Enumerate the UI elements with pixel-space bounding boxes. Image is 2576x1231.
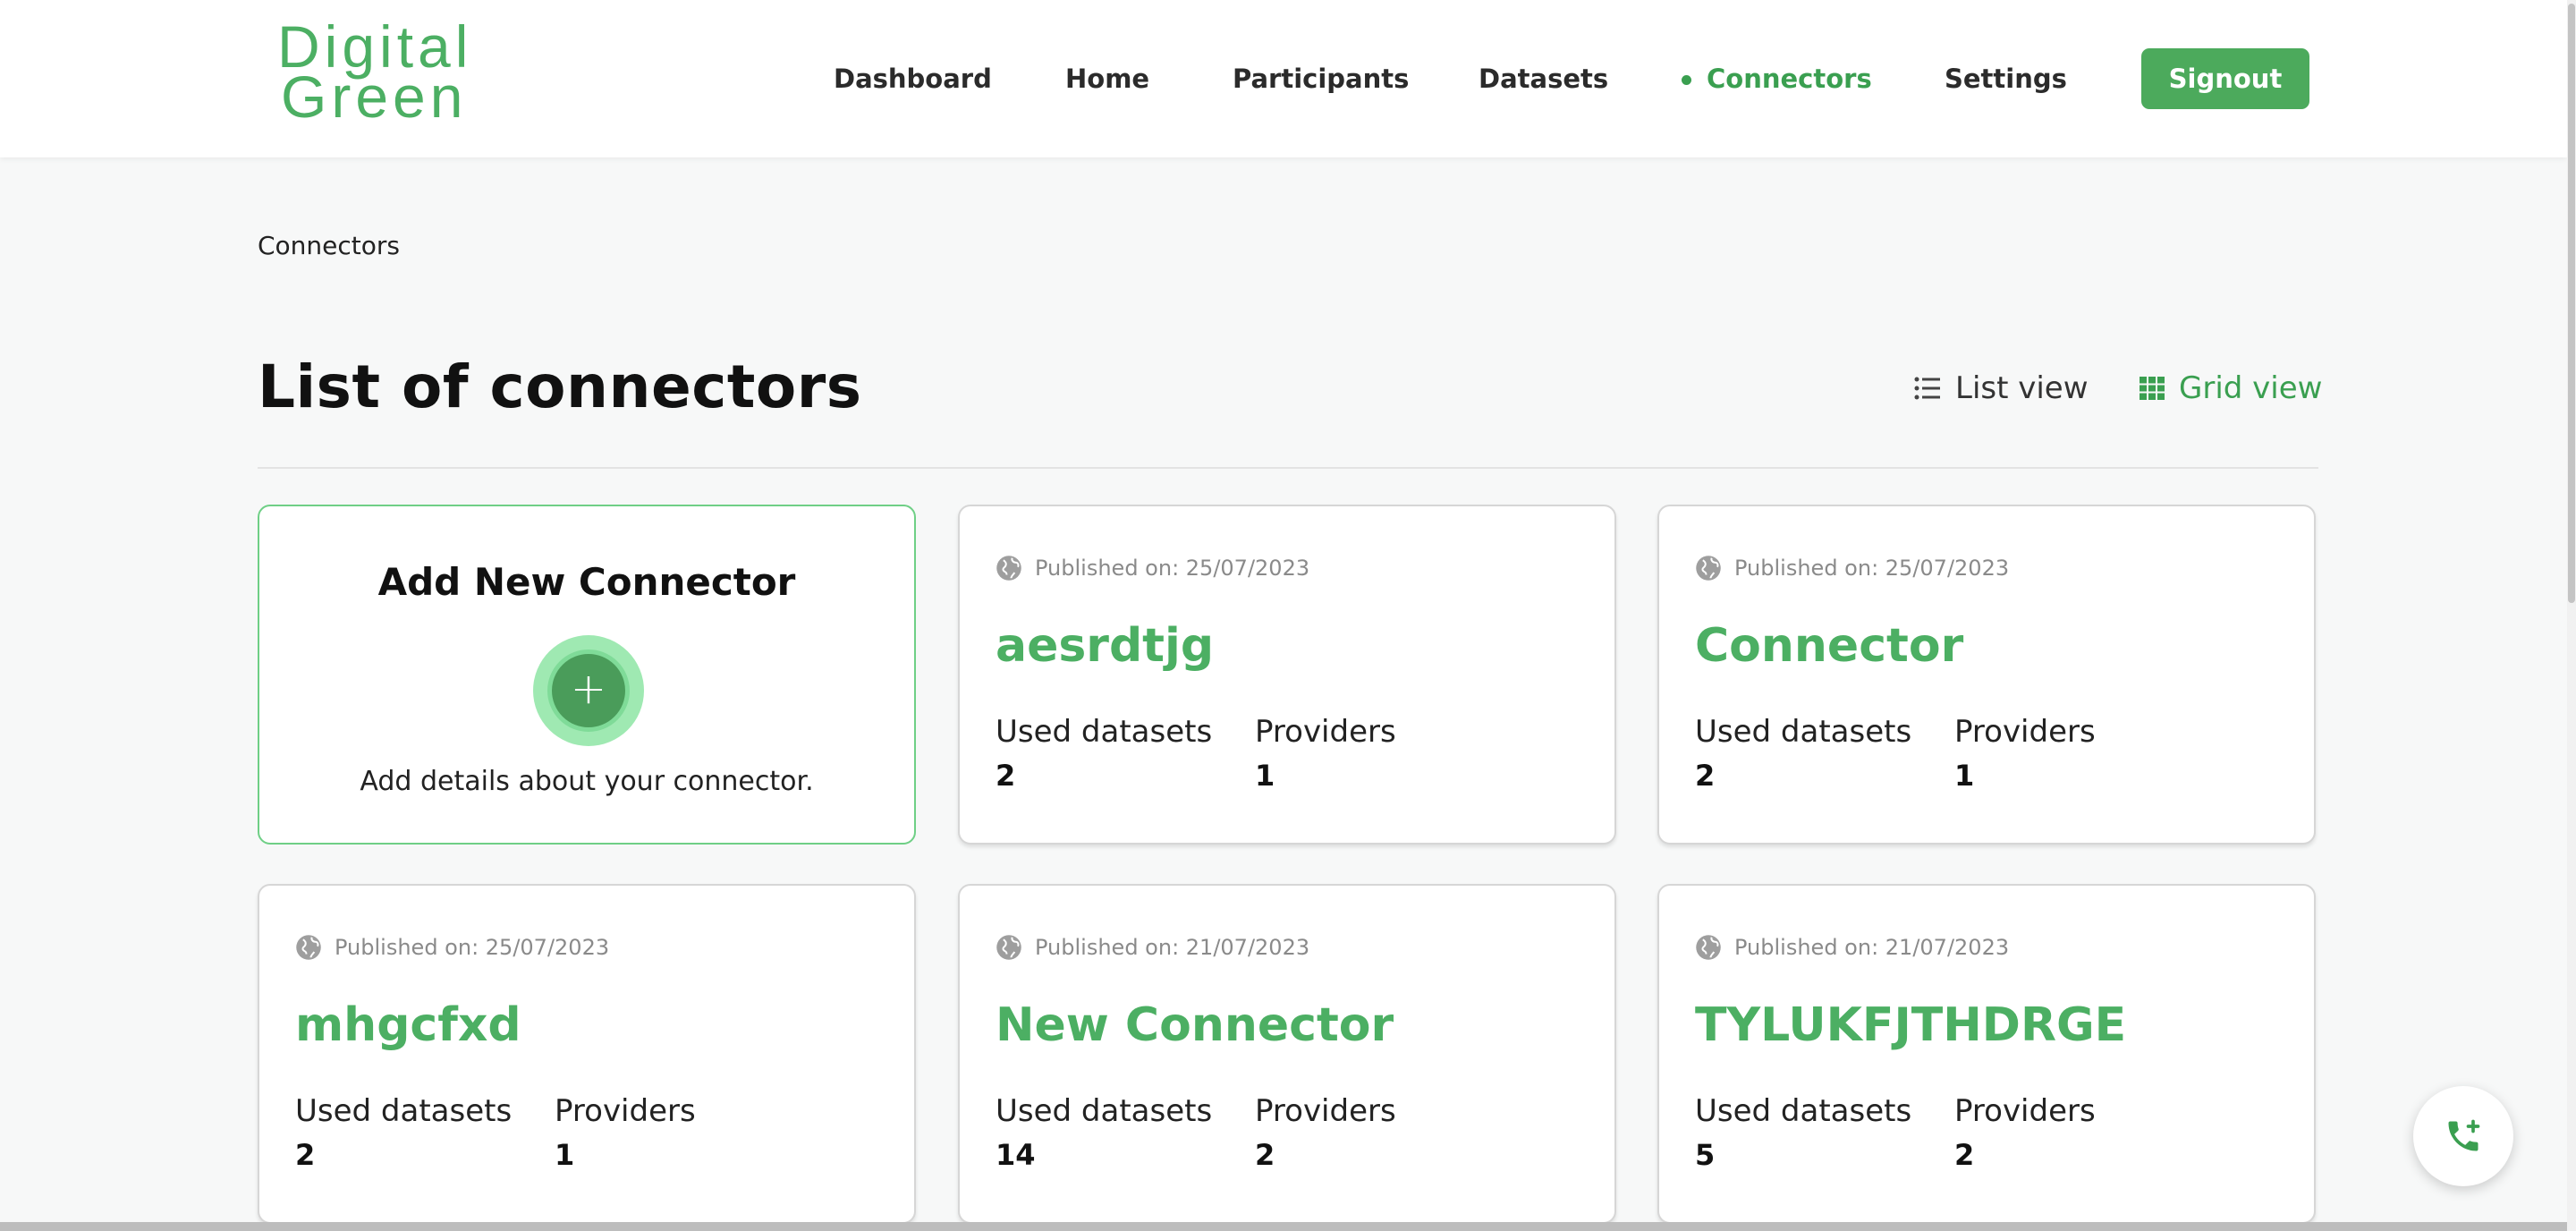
connector-name[interactable]: mhgcfxd <box>295 998 521 1052</box>
providers-value: 2 <box>1954 1138 1975 1172</box>
add-connector-description: Add details about your connector. <box>360 766 814 797</box>
providers-label: Providers <box>1255 1093 1396 1129</box>
globe-icon <box>1696 935 1721 960</box>
top-navbar: Digital Green Dashboard Home Participant… <box>0 0 2567 157</box>
published-row: Published on: 25/07/2023 <box>996 553 1309 583</box>
connector-card[interactable]: Published on: 21/07/2023 TYLUKFJTHDRGE U… <box>1657 884 2316 1224</box>
connector-name[interactable]: aesrdtjg <box>996 619 1214 673</box>
providers-label: Providers <box>555 1093 696 1129</box>
globe-icon <box>296 935 321 960</box>
list-icon <box>1914 377 1940 400</box>
phone-add-icon <box>2448 1119 2480 1151</box>
providers-label: Providers <box>1255 714 1396 750</box>
providers-value: 2 <box>1255 1138 1275 1172</box>
providers-label: Providers <box>1954 1093 2096 1129</box>
grid-view-label: Grid view <box>2179 370 2323 406</box>
globe-icon <box>996 935 1021 960</box>
vertical-scrollbar[interactable] <box>2567 0 2576 1231</box>
contact-call-button[interactable] <box>2413 1086 2513 1186</box>
published-date: Published on: 25/07/2023 <box>1035 556 1310 581</box>
add-button-core: + <box>547 649 630 732</box>
grid-view-toggle[interactable]: Grid view <box>2140 370 2322 406</box>
used-datasets-value: 14 <box>996 1138 1036 1172</box>
providers-label: Providers <box>1954 714 2096 750</box>
published-row: Published on: 25/07/2023 <box>295 932 609 963</box>
published-date: Published on: 21/07/2023 <box>1035 935 1310 960</box>
connector-card[interactable]: Published on: 25/07/2023 aesrdtjg Used d… <box>958 505 1616 845</box>
divider <box>258 467 2318 469</box>
nav-item-participants[interactable]: Participants <box>1233 54 1409 104</box>
published-row: Published on: 21/07/2023 <box>996 932 1309 963</box>
horizontal-scrollbar[interactable] <box>0 1222 2567 1231</box>
nav-item-settings[interactable]: Settings <box>1945 54 2067 104</box>
signout-button[interactable]: Signout <box>2141 48 2309 109</box>
active-indicator-dot <box>1682 75 1691 85</box>
connector-card[interactable]: Published on: 21/07/2023 New Connector U… <box>958 884 1616 1224</box>
used-datasets-label: Used datasets <box>1695 714 1912 750</box>
used-datasets-label: Used datasets <box>295 1093 513 1129</box>
add-connector-button[interactable]: + <box>533 635 644 746</box>
grid-icon <box>2140 377 2165 400</box>
connector-card[interactable]: Published on: 25/07/2023 Connector Used … <box>1657 505 2316 845</box>
used-datasets-label: Used datasets <box>996 714 1213 750</box>
nav-item-connectors[interactable]: Connectors <box>1682 54 1872 104</box>
connector-name[interactable]: TYLUKFJTHDRGE <box>1695 998 2126 1052</box>
connector-name[interactable]: New Connector <box>996 998 1394 1052</box>
scrollbar-thumb[interactable] <box>2568 4 2575 603</box>
connector-name[interactable]: Connector <box>1695 619 1963 673</box>
published-date: Published on: 21/07/2023 <box>1734 935 2010 960</box>
brand-logo[interactable]: Digital Green <box>277 17 546 130</box>
published-row: Published on: 25/07/2023 <box>1695 553 2009 583</box>
used-datasets-value: 2 <box>295 1138 316 1172</box>
used-datasets-value: 2 <box>1695 759 1716 793</box>
published-date: Published on: 25/07/2023 <box>335 935 610 960</box>
used-datasets-value: 5 <box>1695 1138 1716 1172</box>
nav-item-dashboard[interactable]: Dashboard <box>834 54 992 104</box>
breadcrumb[interactable]: Connectors <box>258 231 400 260</box>
published-row: Published on: 21/07/2023 <box>1695 932 2009 963</box>
list-view-toggle[interactable]: List view <box>1914 370 2089 406</box>
providers-value: 1 <box>1255 759 1275 793</box>
used-datasets-label: Used datasets <box>996 1093 1213 1129</box>
list-view-label: List view <box>1955 370 2089 406</box>
add-connector-card[interactable]: Add New Connector + Add details about yo… <box>258 505 916 845</box>
nav-item-datasets[interactable]: Datasets <box>1479 54 1608 104</box>
add-connector-title: Add New Connector <box>377 560 796 604</box>
plus-icon: + <box>570 664 607 714</box>
globe-icon <box>996 556 1021 581</box>
nav-item-connectors-label: Connectors <box>1707 64 1872 94</box>
published-date: Published on: 25/07/2023 <box>1734 556 2010 581</box>
providers-value: 1 <box>1954 759 1975 793</box>
nav-item-home[interactable]: Home <box>1065 54 1149 104</box>
globe-icon <box>1696 556 1721 581</box>
providers-value: 1 <box>555 1138 575 1172</box>
page-title: List of connectors <box>258 352 862 421</box>
connector-card[interactable]: Published on: 25/07/2023 mhgcfxd Used da… <box>258 884 916 1224</box>
used-datasets-value: 2 <box>996 759 1016 793</box>
brand-line-2: Green <box>281 64 468 130</box>
used-datasets-label: Used datasets <box>1695 1093 1912 1129</box>
